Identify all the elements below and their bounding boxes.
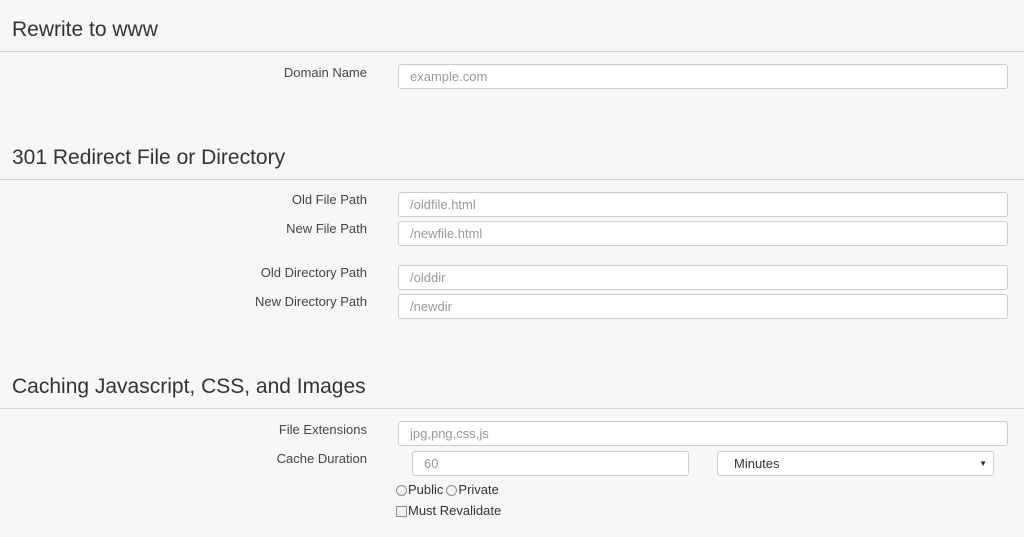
old-directory-path-label: Old Directory Path [260,265,367,280]
new-directory-path-label: New Directory Path [255,294,367,309]
old-file-path-input[interactable] [398,192,1008,217]
private-radio-label[interactable]: Private [458,482,498,498]
must-revalidate-label[interactable]: Must Revalidate [408,503,501,519]
must-revalidate-option: Must Revalidate [396,503,501,519]
caching-section-divider [0,408,1024,409]
private-radio[interactable] [446,484,458,496]
domain-name-label: Domain Name [283,65,367,80]
rewrite-section-title: Rewrite to www [12,18,158,41]
cache-duration-input[interactable] [412,451,689,476]
cache-duration-label: Cache Duration [276,451,367,466]
caching-section-title: Caching Javascript, CSS, and Images [12,375,366,398]
new-file-path-input[interactable] [398,221,1008,246]
public-radio[interactable] [396,484,407,496]
new-file-path-label: New File Path [286,221,367,236]
rewrite-section-divider [0,51,1024,52]
old-file-path-label: Old File Path [291,192,367,207]
file-extensions-label: File Extensions [278,422,367,437]
domain-name-input[interactable] [398,64,1008,89]
public-radio-label[interactable]: Public [408,482,443,498]
must-revalidate-checkbox[interactable] [396,505,407,517]
chevron-down-icon: ▼ [979,459,987,468]
redirect-section-divider [0,179,1024,180]
htaccess-generator-form: Rewrite to www Domain Name 301 Redirect … [0,0,1024,537]
file-extensions-input[interactable] [398,421,1008,446]
cache-duration-unit-select[interactable]: Minutes ▼ [717,451,994,476]
old-directory-path-input[interactable] [398,265,1008,290]
cache-duration-unit-value: Minutes [734,456,780,471]
cache-visibility-options: Public Private [396,482,499,498]
redirect-section-title: 301 Redirect File or Directory [12,146,286,169]
new-directory-path-input[interactable] [398,294,1008,319]
